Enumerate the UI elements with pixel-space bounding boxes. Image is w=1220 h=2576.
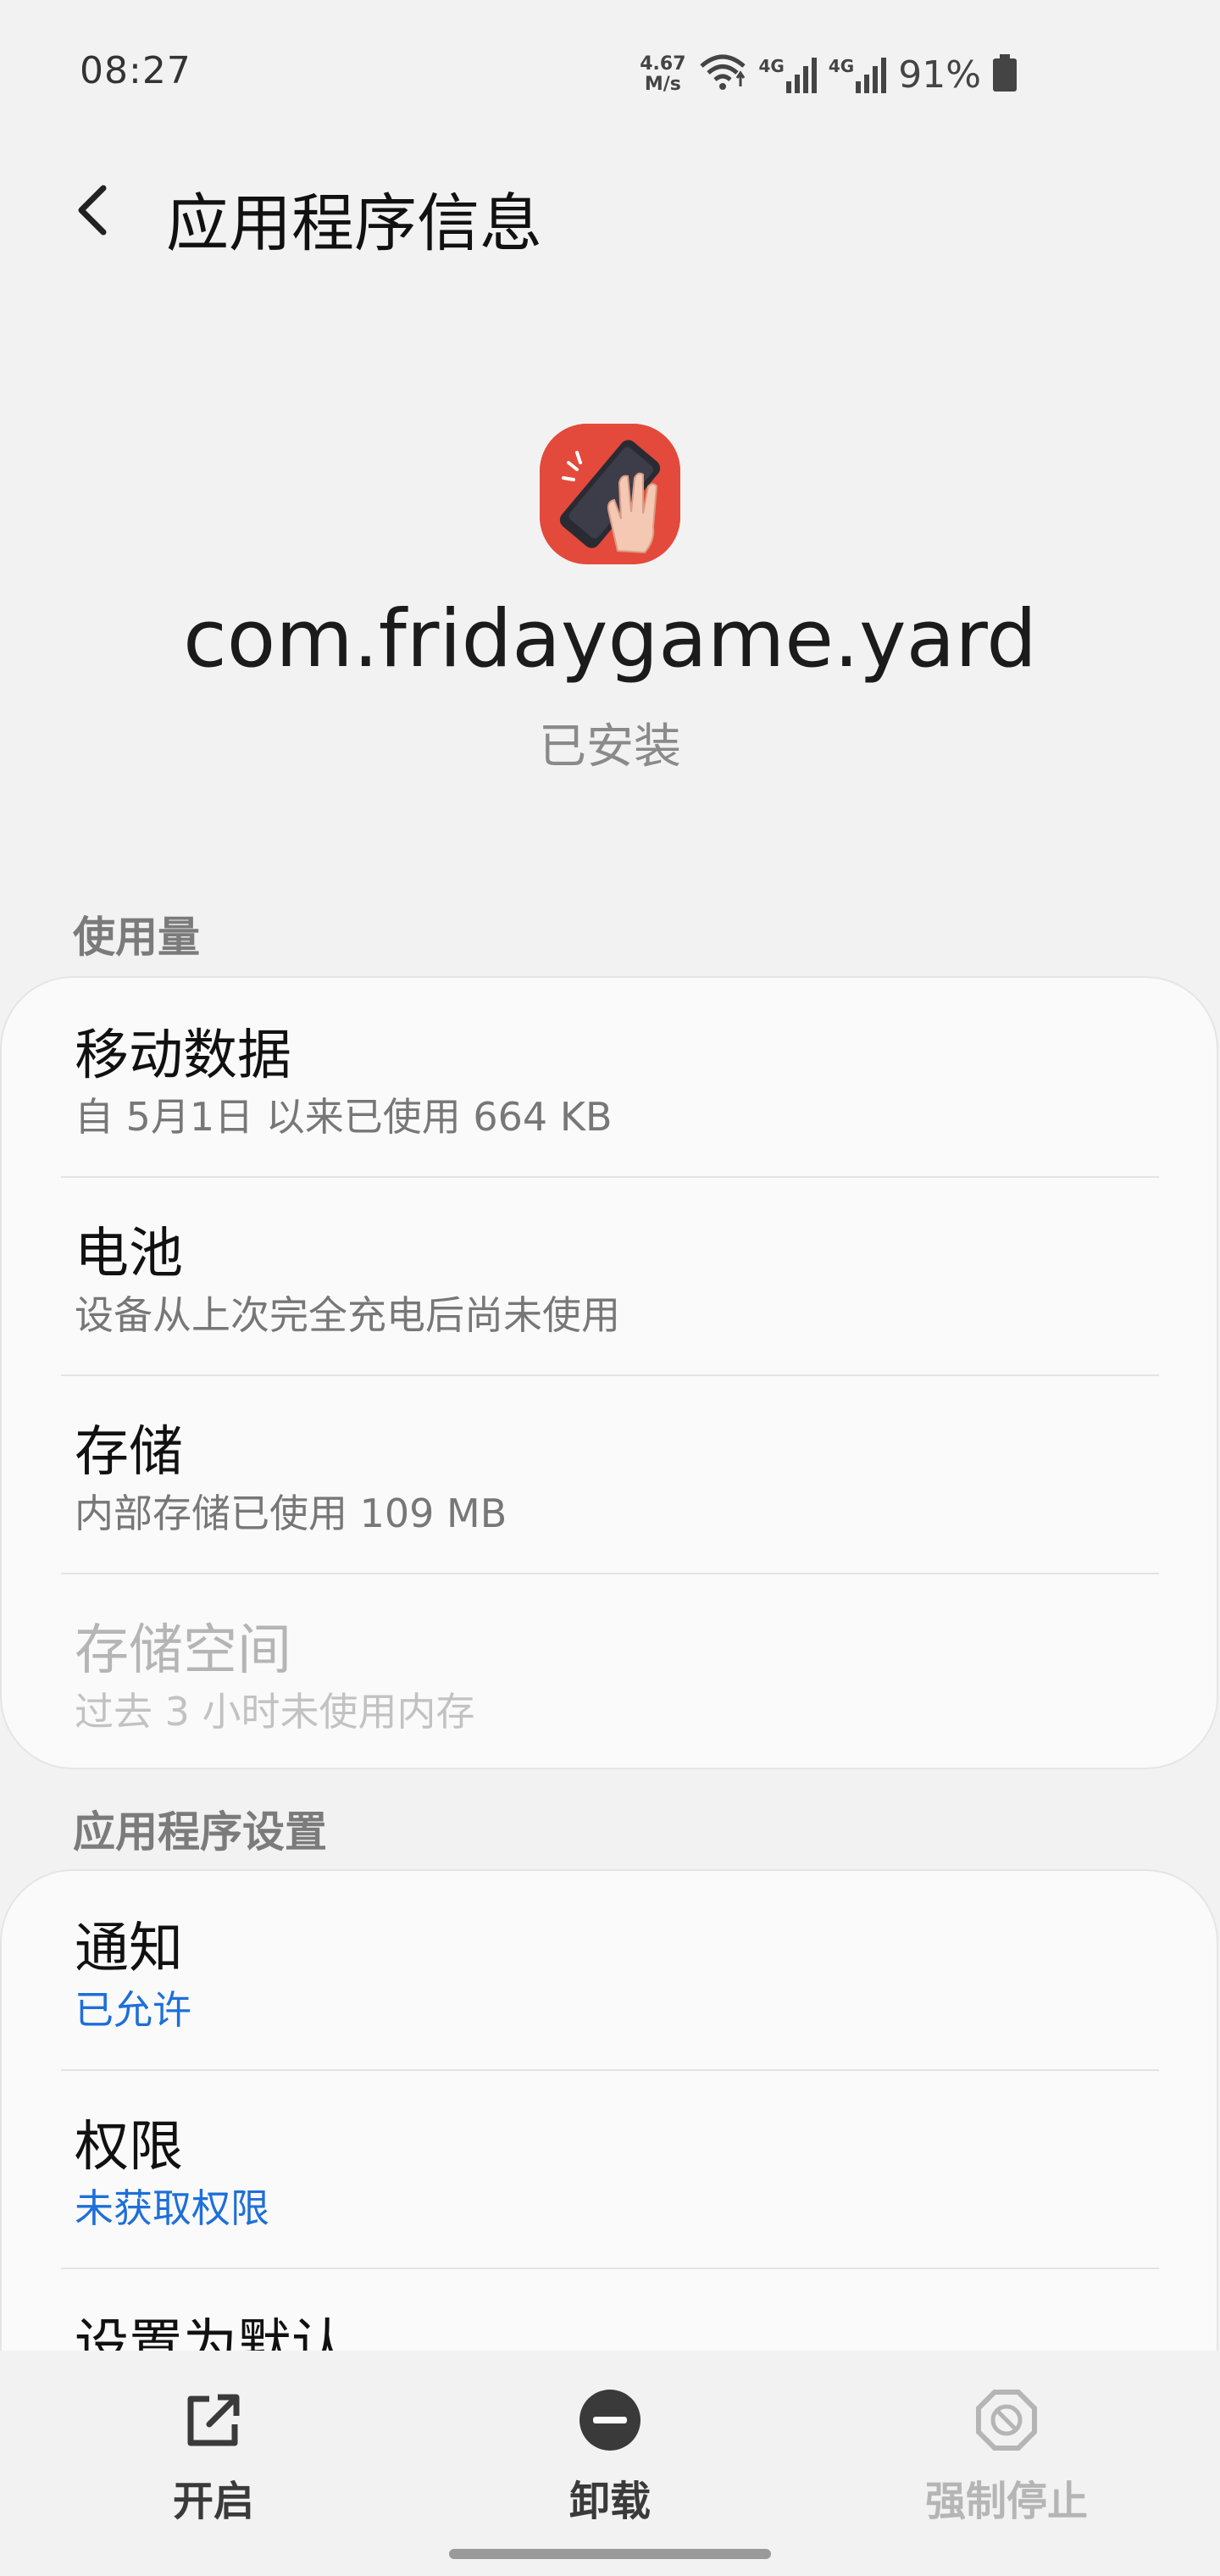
- row-title: 权限: [75, 2116, 183, 2179]
- wifi-icon: [698, 53, 747, 97]
- page-title: 应用程序信息: [166, 187, 542, 260]
- row-permissions[interactable]: 权限 未获取权限: [2, 2069, 1217, 2268]
- force-stop-button: 强制停止: [879, 2376, 1134, 2529]
- network-speed-value: 4.67: [640, 53, 686, 75]
- section-title-usage: 使用量: [73, 913, 200, 962]
- row-subtitle: 设备从上次完全充电后尚未使用: [75, 1292, 620, 1338]
- status-icons: 4.67 M/s 4G 4G 91%: [640, 49, 1017, 100]
- open-button[interactable]: 开启: [86, 2376, 341, 2529]
- home-indicator[interactable]: [449, 2549, 771, 2559]
- battery-icon: [993, 54, 1017, 95]
- row-subtitle: 内部存储已使用 109 MB: [75, 1491, 507, 1536]
- app-icon: [540, 424, 680, 564]
- row-title: 电池: [75, 1223, 183, 1285]
- header: 应用程序信息: [0, 161, 1220, 260]
- usage-card: 移动数据 自 5月1日 以来已使用 664 KB 电池 设备从上次完全充电后尚未…: [0, 976, 1218, 1769]
- back-button[interactable]: [59, 176, 127, 244]
- bottom-action-bar: 开启 卸载 强制停止: [0, 2351, 1220, 2576]
- row-title: 通知: [75, 1918, 183, 1980]
- uninstall-button[interactable]: 卸载: [483, 2376, 737, 2529]
- row-subtitle: 未获取权限: [75, 2185, 269, 2231]
- row-title: 存储空间: [75, 1619, 291, 1682]
- battery-percent: 91%: [898, 53, 981, 97]
- force-stop-icon: [973, 2386, 1040, 2454]
- status-bar: 08:27 4.67 M/s 4G 4G 91%: [0, 0, 1220, 153]
- signal-4g-icon-1: 4G: [759, 56, 817, 93]
- row-title: 移动数据: [75, 1024, 291, 1087]
- signal-4g-icon-2: 4G: [829, 56, 887, 93]
- uninstall-label: 卸载: [568, 2478, 651, 2525]
- network-speed: 4.67 M/s: [640, 54, 685, 95]
- open-label: 开启: [172, 2478, 254, 2525]
- row-storage[interactable]: 存储 内部存储已使用 109 MB: [2, 1374, 1217, 1573]
- uninstall-minus-icon: [576, 2386, 644, 2454]
- row-subtitle: 过去 3 小时未使用内存: [75, 1689, 475, 1735]
- network-speed-unit: M/s: [644, 74, 681, 95]
- app-name: com.fridaygame.yard: [183, 593, 1037, 686]
- row-title: 存储: [75, 1421, 183, 1484]
- open-external-icon: [180, 2386, 247, 2454]
- row-memory: 存储空间 过去 3 小时未使用内存: [2, 1573, 1217, 1768]
- status-time: 08:27: [80, 49, 191, 92]
- back-arrow-icon: [78, 185, 107, 236]
- row-notifications[interactable]: 通知 已允许: [2, 1871, 1217, 2069]
- row-mobile-data[interactable]: 移动数据 自 5月1日 以来已使用 664 KB: [2, 978, 1217, 1176]
- force-stop-label: 强制停止: [924, 2478, 1088, 2525]
- app-install-status: 已安装: [539, 719, 681, 774]
- row-subtitle: 自 5月1日 以来已使用 664 KB: [75, 1094, 613, 1140]
- section-title-app-settings: 应用程序设置: [73, 1807, 327, 1857]
- row-battery[interactable]: 电池 设备从上次完全充电后尚未使用: [2, 1176, 1217, 1374]
- row-subtitle: 已允许: [75, 1987, 191, 2033]
